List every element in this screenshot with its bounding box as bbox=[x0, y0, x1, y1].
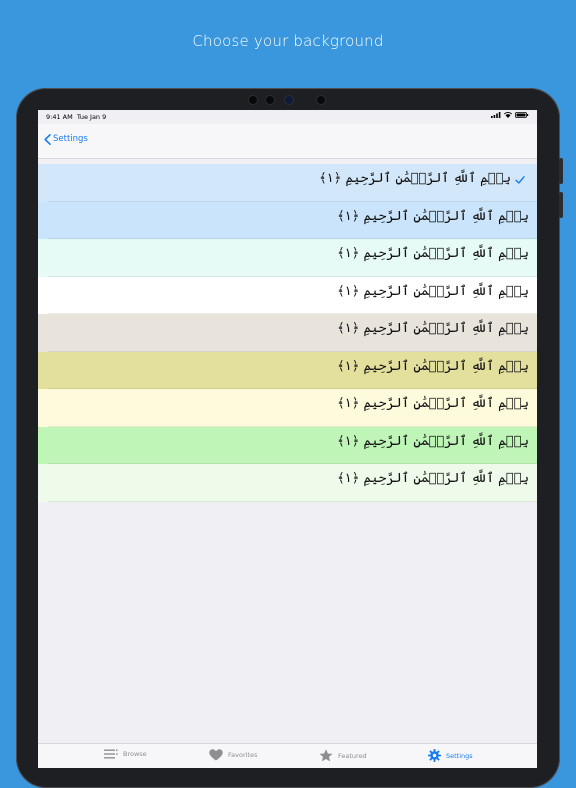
verse-preview: بِسۡمِ ٱللَّهِ ٱلرَّحۡمَٰنِ ٱلرَّحِيمِ ﴿… bbox=[337, 321, 529, 336]
tab-favorites-label: Favorites bbox=[228, 751, 258, 759]
tab-featured-label: Featured bbox=[338, 751, 367, 760]
background-option-row[interactable]: بِسۡمِ ٱللَّهِ ٱلرَّحۡمَٰنِ ٱلرَّحِيمِ ﴿… bbox=[38, 276, 537, 314]
navigation-bar: Settings bbox=[38, 124, 537, 159]
verse-preview: بِسۡمِ ٱللَّهِ ٱلرَّحۡمَٰنِ ٱلرَّحِيمِ ﴿… bbox=[337, 283, 529, 299]
list-icon bbox=[104, 749, 118, 759]
tab-featured[interactable]: Featured bbox=[319, 749, 367, 762]
tab-browse[interactable]: Browse bbox=[104, 749, 147, 759]
background-option-row[interactable]: بِسۡمِ ٱللَّهِ ٱلرَّحۡمَٰنِ ٱلرَّحِيمِ ﴿… bbox=[38, 201, 537, 239]
camera-icon bbox=[284, 95, 294, 105]
verse-preview: بِسۡمِ ٱللَّهِ ٱلرَّحۡمَٰنِ ٱلرَّحِيمِ ﴿… bbox=[337, 396, 529, 411]
verse-preview: بِسۡمِ ٱللَّهِ ٱلرَّحۡمَٰنِ ٱلرَّحِيمِ ﴿… bbox=[337, 358, 529, 374]
verse-preview: بِسۡمِ ٱللَّهِ ٱلرَّحۡمَٰنِ ٱلرَّحِيمِ ﴿… bbox=[337, 471, 529, 486]
status-indicators bbox=[491, 112, 529, 118]
tab-browse-label: Browse bbox=[123, 750, 147, 758]
status-bar: 9:41 AM Tue Jan 9 bbox=[38, 110, 537, 124]
verse-preview: بِسۡمِ ٱللَّهِ ٱلرَّحۡمَٰنِ ٱلرَّحِيمِ ﴿… bbox=[319, 171, 511, 186]
background-option-row[interactable]: بِسۡمِ ٱللَّهِ ٱلرَّحۡمَٰنِ ٱلرَّحِيمِ ﴿… bbox=[38, 426, 537, 464]
signal-icon bbox=[491, 112, 501, 118]
tab-favorites[interactable]: Favorites bbox=[209, 749, 257, 761]
sensor-icon bbox=[248, 95, 258, 105]
background-option-row[interactable]: بِسۡمِ ٱللَّهِ ٱلرَّحۡمَٰنِ ٱلرَّحِيمِ ﴿… bbox=[38, 239, 537, 277]
background-option-row[interactable]: بِسۡمِ ٱللَّهِ ٱلرَّحۡمَٰنِ ٱلرَّحِيمِ ﴿… bbox=[38, 389, 537, 427]
sensor-icon bbox=[316, 95, 326, 105]
battery-icon bbox=[515, 112, 529, 118]
background-option-row[interactable]: بِسۡمِ ٱللَّهِ ٱلرَّحۡمَٰنِ ٱلرَّحِيمِ ﴿… bbox=[38, 314, 537, 352]
wifi-icon bbox=[504, 112, 512, 118]
volume-down-button bbox=[559, 192, 563, 218]
status-time: 9:41 AM Tue Jan 9 bbox=[46, 113, 107, 121]
tab-settings-label: Settings bbox=[446, 751, 473, 760]
app-screen: 9:41 AM Tue Jan 9 Settings بِسۡمِ ٱللَّه… bbox=[38, 110, 537, 768]
tab-bar: Browse Favorites Featured Settings bbox=[38, 743, 537, 768]
back-button-label: Settings bbox=[53, 134, 88, 144]
checkmark-icon bbox=[515, 176, 525, 184]
verse-preview: بِسۡمِ ٱللَّهِ ٱلرَّحۡمَٰنِ ٱلرَّحِيمِ ﴿… bbox=[337, 433, 529, 449]
row-divider bbox=[48, 500, 537, 502]
volume-up-button bbox=[559, 158, 563, 184]
verse-preview: بِسۡمِ ٱللَّهِ ٱلرَّحۡمَٰنِ ٱلرَّحِيمِ ﴿… bbox=[337, 246, 529, 261]
sensor-icon bbox=[265, 95, 275, 105]
background-options-list: بِسۡمِ ٱللَّهِ ٱلرَّحۡمَٰنِ ٱلرَّحِيمِ ﴿… bbox=[38, 164, 537, 502]
chevron-left-icon bbox=[44, 133, 51, 145]
tab-settings[interactable]: Settings bbox=[428, 749, 473, 762]
background-option-row[interactable]: بِسۡمِ ٱللَّهِ ٱلرَّحۡمَٰنِ ٱلرَّحِيمِ ﴿… bbox=[38, 464, 537, 502]
back-button[interactable]: Settings bbox=[44, 128, 88, 150]
gear-icon bbox=[428, 749, 441, 762]
background-option-row[interactable]: بِسۡمِ ٱللَّهِ ٱلرَّحۡمَٰنِ ٱلرَّحِيمِ ﴿… bbox=[38, 164, 537, 202]
heart-icon bbox=[209, 749, 223, 761]
star-icon bbox=[319, 749, 333, 762]
page-headline: Choose your background bbox=[192, 32, 384, 50]
background-option-row[interactable]: بِسۡمِ ٱللَّهِ ٱلرَّحۡمَٰنِ ٱلرَّحِيمِ ﴿… bbox=[38, 351, 537, 389]
verse-preview: بِسۡمِ ٱللَّهِ ٱلرَّحۡمَٰنِ ٱلرَّحِيمِ ﴿… bbox=[337, 208, 529, 224]
